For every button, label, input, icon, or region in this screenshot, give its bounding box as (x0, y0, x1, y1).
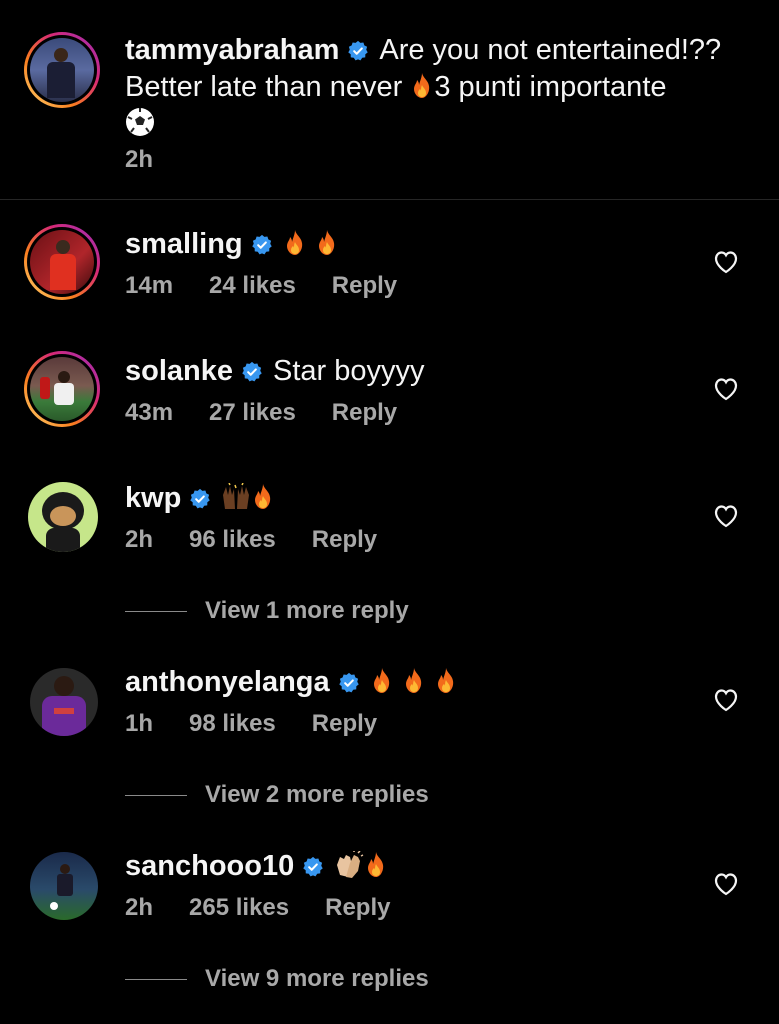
view-more-label[interactable]: View 1 more reply (205, 597, 409, 624)
avatar[interactable] (30, 852, 98, 920)
fire-icon (370, 667, 394, 695)
avatar[interactable] (30, 668, 98, 736)
caption-avatar[interactable] (24, 32, 100, 108)
view-more-divider (125, 611, 187, 613)
caption-line2b: 3 punti importante (434, 71, 667, 103)
comment-username[interactable]: kwp (125, 482, 181, 514)
caption-line2a: Better late than never (125, 71, 403, 103)
avatar[interactable] (28, 482, 98, 552)
comment-smalling: smalling 14m 24 likes Reply (0, 224, 779, 354)
raising-hands-icon (223, 483, 250, 509)
comment-anthonyelanga: anthonyelanga 1h 98 likes Reply (0, 662, 779, 792)
comment-line: solanke Star boyyyy (125, 353, 425, 389)
verified-icon (241, 361, 263, 383)
fire-icon (410, 72, 434, 100)
verified-icon (347, 40, 369, 62)
view-more-divider (125, 979, 187, 981)
like-heart-icon[interactable] (713, 872, 739, 896)
reply-button[interactable]: Reply (332, 272, 397, 299)
fire-icon (251, 483, 275, 511)
comment-username[interactable]: anthonyelanga (125, 666, 330, 698)
fire-icon (434, 667, 458, 695)
avatar[interactable] (24, 351, 100, 427)
comment-time: 14m (125, 272, 174, 299)
soccer-ball-icon (126, 108, 154, 136)
fire-icon (283, 229, 307, 257)
comment-meta: 1h 98 likes Reply (125, 710, 413, 738)
view-more-label[interactable]: View 9 more replies (205, 965, 429, 992)
comment-likes[interactable]: 98 likes (189, 710, 276, 737)
post-caption: tammyabraham Are you not entertained!?? B… (0, 0, 779, 200)
comment-sanchooo10: sanchooo10 2h 265 likes Reply (0, 846, 779, 976)
comment-time: 43m (125, 399, 174, 426)
comment-likes[interactable]: 265 likes (189, 894, 289, 921)
comment-username[interactable]: smalling (125, 228, 243, 260)
reply-button[interactable]: Reply (312, 526, 377, 553)
like-heart-icon[interactable] (713, 377, 739, 401)
reply-button[interactable]: Reply (325, 894, 390, 921)
comment-time: 2h (125, 894, 154, 921)
fire-icon (402, 667, 426, 695)
like-heart-icon[interactable] (713, 250, 739, 274)
comment-meta: 2h 96 likes Reply (125, 526, 413, 554)
comment-time: 2h (125, 526, 154, 553)
comment-time: 1h (125, 710, 154, 737)
comment-username[interactable]: sanchooo10 (125, 850, 294, 882)
comment-text: Star boyyyy (273, 355, 425, 387)
comment-line: anthonyelanga (125, 664, 458, 700)
comment-line: sanchooo10 (125, 848, 388, 884)
comment-line: smalling (125, 226, 339, 262)
clapping-hands-icon (337, 851, 364, 878)
reply-button[interactable]: Reply (332, 399, 397, 426)
like-heart-icon[interactable] (713, 688, 739, 712)
caption-username[interactable]: tammyabraham (125, 34, 339, 66)
comment-meta: 2h 265 likes Reply (125, 894, 426, 922)
comment-line: kwp (125, 480, 275, 516)
comment-solanke: solanke Star boyyyy 43m 27 likes Reply (0, 351, 779, 481)
view-more-label[interactable]: View 2 more replies (205, 781, 429, 808)
comment-meta: 14m 24 likes Reply (125, 272, 433, 300)
fire-icon (315, 229, 339, 257)
fire-icon (364, 851, 388, 879)
caption-line1: Are you not entertained!?? (379, 34, 722, 66)
comment-likes[interactable]: 96 likes (189, 526, 276, 553)
view-more-replies[interactable]: View 1 more reply (125, 597, 409, 625)
view-more-replies[interactable]: View 2 more replies (125, 781, 429, 809)
verified-icon (189, 488, 211, 510)
reply-button[interactable]: Reply (312, 710, 377, 737)
comment-meta: 43m 27 likes Reply (125, 399, 433, 427)
caption-text: tammyabraham Are you not entertained!?? B… (125, 32, 745, 143)
avatar[interactable] (24, 224, 100, 300)
verified-icon (302, 856, 324, 878)
comment-likes[interactable]: 27 likes (209, 399, 296, 426)
view-more-divider (125, 795, 187, 797)
comment-kwp: kwp 2h 96 likes Reply (0, 478, 779, 608)
view-more-replies[interactable]: View 9 more replies (125, 965, 429, 993)
caption-time: 2h (125, 146, 154, 173)
comment-username[interactable]: solanke (125, 355, 233, 387)
comment-likes[interactable]: 24 likes (209, 272, 296, 299)
verified-icon (251, 234, 273, 256)
verified-icon (338, 672, 360, 694)
like-heart-icon[interactable] (713, 504, 739, 528)
